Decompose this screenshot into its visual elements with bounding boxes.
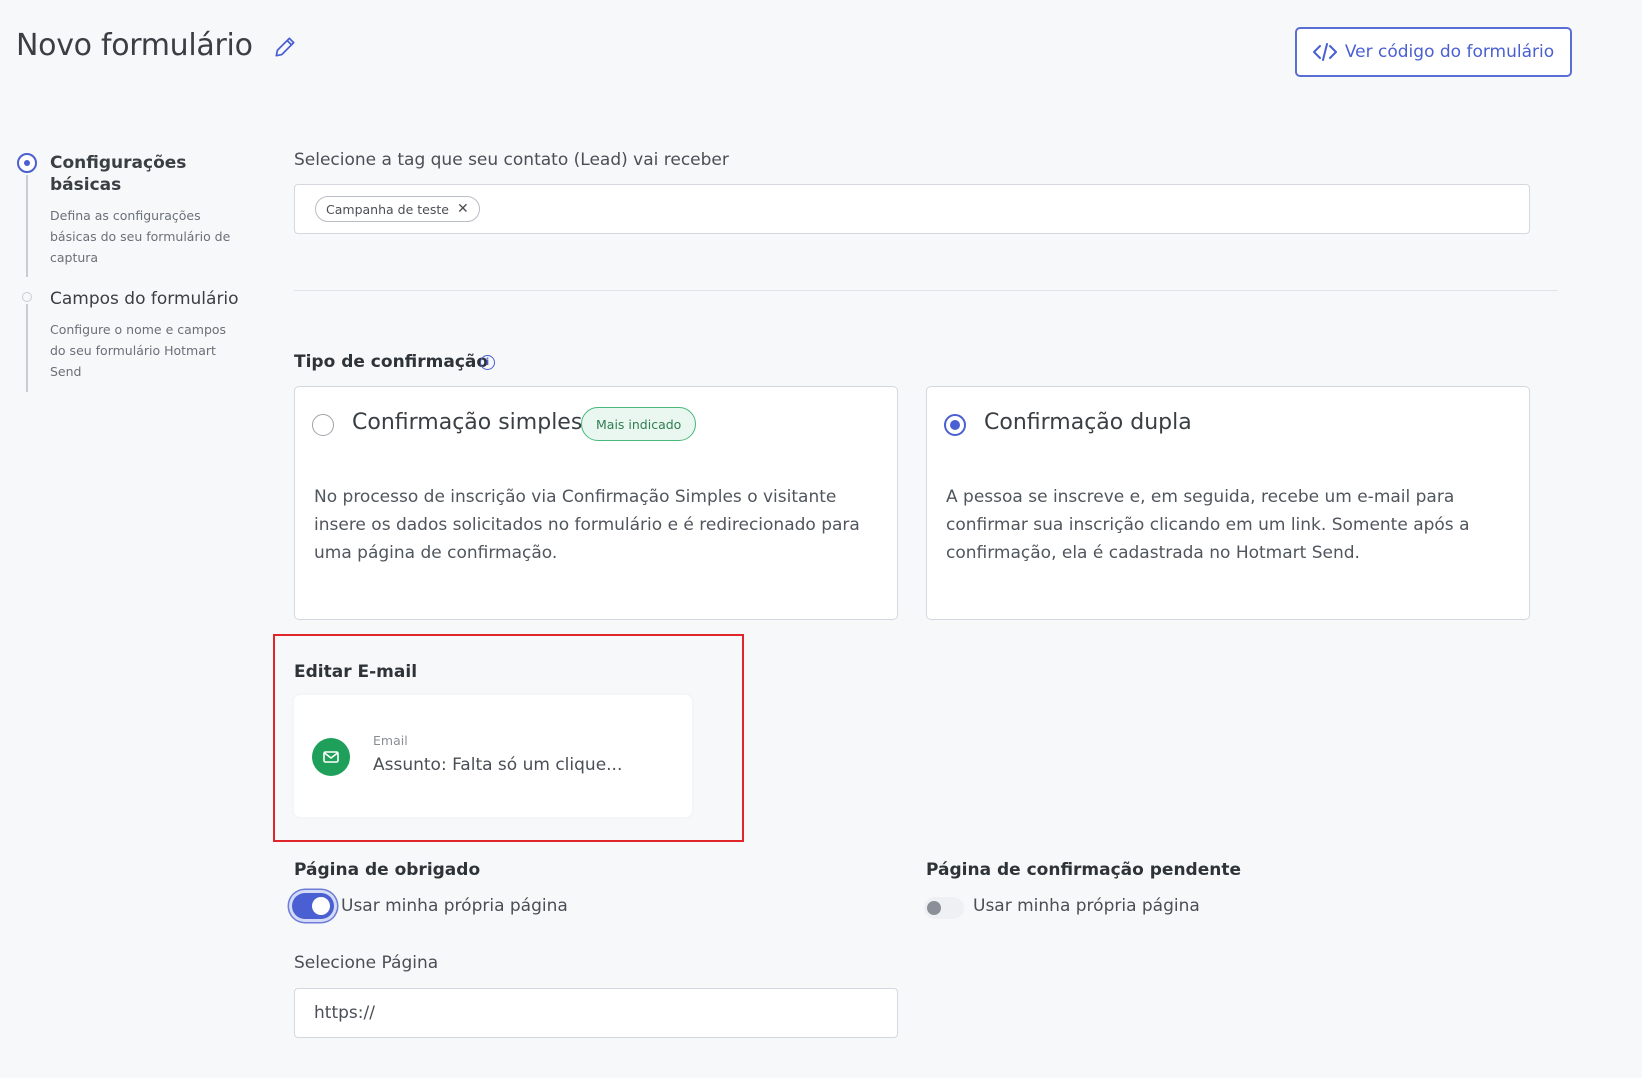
view-form-code-label: Ver código do formulário <box>1344 42 1555 62</box>
option-description: A pessoa se inscreve e, em seguida, rece… <box>946 487 1470 563</box>
step-indicator <box>22 292 32 302</box>
tag-chip: Campanha de teste ✕ <box>315 196 480 222</box>
thank-you-page-toggle-label: Usar minha própria página <box>341 896 568 916</box>
tag-field-label: Selecione a tag que seu contato (Lead) v… <box>294 150 729 170</box>
pending-page-label: Página de confirmação pendente <box>926 860 1242 880</box>
stepper-line <box>26 304 28 392</box>
email-subject: Assunto: Falta só um clique... <box>373 755 623 775</box>
step-title-basic-settings[interactable]: Configurações básicas <box>50 152 250 196</box>
step-indicator-active <box>17 153 37 173</box>
option-simple-confirmation[interactable]: Confirmação simples Mais indicado No pro… <box>294 386 898 620</box>
tag-chip-label: Campanha de teste <box>326 201 449 217</box>
select-page-label: Selecione Página <box>294 953 439 973</box>
option-title: Confirmação dupla <box>984 410 1192 435</box>
page-title: Novo formulário <box>16 28 253 63</box>
code-icon <box>1312 43 1337 61</box>
radio-simple-confirmation[interactable] <box>312 414 334 436</box>
tag-input[interactable]: Campanha de teste ✕ <box>294 184 1530 234</box>
radio-double-confirmation[interactable] <box>944 414 966 436</box>
step-title-form-fields[interactable]: Campos do formulário <box>50 288 250 310</box>
pencil-icon[interactable] <box>272 34 298 60</box>
email-kicker: Email <box>373 733 408 748</box>
close-icon[interactable]: ✕ <box>457 201 469 217</box>
mail-icon <box>312 738 350 776</box>
info-icon[interactable]: i <box>480 355 495 370</box>
edit-email-label: Editar E-mail <box>294 662 418 682</box>
recommended-badge: Mais indicado <box>581 407 697 441</box>
option-description: No processo de inscrição via Confirmação… <box>314 487 860 563</box>
view-form-code-button[interactable]: Ver código do formulário <box>1295 27 1572 77</box>
confirmation-type-label: Tipo de confirmação <box>294 352 489 372</box>
page-url-input[interactable] <box>294 988 898 1038</box>
pending-page-toggle[interactable] <box>924 897 964 919</box>
thank-you-page-label: Página de obrigado <box>294 860 481 880</box>
pending-page-toggle-label: Usar minha própria página <box>973 896 1200 916</box>
step-description-basic-settings: Defina as configurações básicas do seu f… <box>50 208 231 265</box>
step-description-form-fields: Configure o nome e campos do seu formulá… <box>50 322 227 379</box>
thank-you-page-toggle[interactable] <box>292 893 334 919</box>
stepper-line <box>26 175 28 277</box>
email-card[interactable]: Email Assunto: Falta só um clique... <box>294 695 692 817</box>
divider <box>294 290 1558 291</box>
option-double-confirmation[interactable]: Confirmação dupla A pessoa se inscreve e… <box>926 386 1530 620</box>
option-title: Confirmação simples <box>352 410 583 435</box>
